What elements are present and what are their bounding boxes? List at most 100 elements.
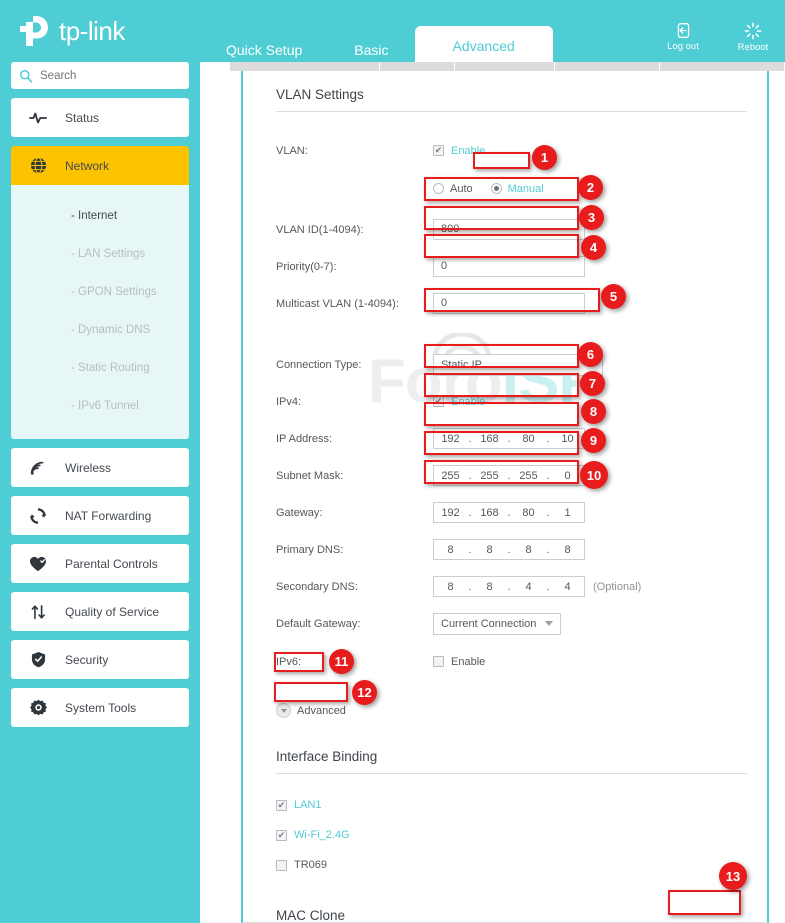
ipv6-enable-checkbox[interactable] [433,656,444,667]
vlan-enable-checkbox[interactable] [433,145,444,156]
secondary-dns-octet-3[interactable]: 4 [512,581,545,593]
ip-octet-2[interactable]: 168 [473,433,506,445]
sidebar: Status Network - Internet - LAN [0,62,200,923]
binding-wifi24g-label: Wi-Fi_2.4G [294,829,350,841]
vlan-enable-field[interactable]: Enable [433,145,485,157]
reboot-button[interactable]: Reboot [729,22,777,53]
vlan-id-input[interactable]: 800 [433,219,585,240]
sidebar-item-wireless[interactable]: Wireless [11,448,189,487]
sidebar-subitem-static-routing[interactable]: - Static Routing [11,349,189,387]
sidebar-item-network[interactable]: Network [11,146,189,185]
settings-panel: ForoISP VLAN Settings VLAN: Enable Auto [241,71,769,923]
primary-dns-octet-2[interactable]: 8 [473,544,506,556]
sidebar-item-label-network: Network [65,158,110,173]
subnet-mask-input[interactable]: 255. 255. 255. 0 [433,465,585,486]
binding-lan1-checkbox[interactable] [276,799,287,811]
sidebar-subitem-gpon-settings[interactable]: - GPON Settings [11,273,189,311]
router-admin-page: tp-link Quick Setup Basic Advanced Log o… [0,0,785,923]
sidebar-subitem-ipv6-tunnel[interactable]: - IPv6 Tunnel [11,387,189,425]
secondary-dns-octet-1[interactable]: 8 [434,581,467,593]
sidebar-item-quality-of-service[interactable]: Quality of Service [11,592,189,631]
search-box[interactable] [11,62,189,89]
subnet-mask-label: Subnet Mask: [276,469,344,482]
ip-address-input[interactable]: 192. 168. 80. 10 [433,428,585,449]
secondary-dns-octet-2[interactable]: 8 [473,581,506,593]
nav-group-network: Network - Internet - LAN Settings - GPON… [11,146,189,439]
subnet-octet-4[interactable]: 0 [551,470,584,482]
gateway-octet-2[interactable]: 168 [473,507,506,519]
ip-address-row: IP Address: 192. 168. 80. 10 [243,424,767,453]
ip-octet-1[interactable]: 192 [434,433,467,445]
ipv4-enable-field[interactable]: Enable [433,396,485,408]
nav-group-status: Status [11,98,189,137]
ip-octet-3[interactable]: 80 [512,433,545,445]
advanced-toggle[interactable]: Advanced [243,703,767,718]
vlan-mode-auto-radio[interactable] [433,183,444,194]
logout-button[interactable]: Log out [659,22,707,53]
tab-segment-4[interactable] [555,62,660,71]
tab-segment-5[interactable] [660,62,785,71]
priority-input[interactable]: 0 [433,256,585,277]
multicast-vlan-input[interactable]: 0 [433,293,585,314]
search-input[interactable] [40,69,170,82]
tab-segment-2[interactable] [380,62,455,71]
sidebar-subitem-lan-settings[interactable]: - LAN Settings [11,235,189,273]
sidebar-item-status[interactable]: Status [11,98,189,137]
vlan-enable-label: Enable [451,144,486,157]
ipv4-row: IPv4: Enable [243,387,767,416]
nav-group-system-tools: System Tools [11,688,189,727]
binding-option-wifi24g[interactable]: Wi-Fi_2.4G [243,820,767,850]
primary-dns-octet-4[interactable]: 8 [551,544,584,556]
primary-dns-input[interactable]: 8. 8. 8. 8 [433,539,585,560]
vlan-mode-manual-radio[interactable] [490,183,502,194]
heart-icon [11,556,65,572]
nav-group-security: Security [11,640,189,679]
nav-group-nat: NAT Forwarding [11,496,189,535]
sidebar-item-nat-forwarding[interactable]: NAT Forwarding [11,496,189,535]
ipv6-enable-field[interactable]: Enable [433,656,485,668]
subnet-octet-3[interactable]: 255 [512,470,545,482]
vlan-mode-manual-option[interactable]: Manual [490,182,544,195]
sidebar-item-label-qos: Quality of Service [65,604,160,619]
advanced-label: Advanced [297,704,346,717]
subnet-octet-1[interactable]: 255 [434,470,467,482]
sidebar-item-parental-controls[interactable]: Parental Controls [11,544,189,583]
primary-dns-octet-1[interactable]: 8 [434,544,467,556]
binding-wifi24g-checkbox[interactable] [276,829,287,841]
tab-segment-1[interactable] [230,62,380,71]
sidebar-subitem-dynamic-dns[interactable]: - Dynamic DNS [11,311,189,349]
secondary-dns-input[interactable]: 8. 8. 4. 4 [433,576,585,597]
binding-tr069-checkbox[interactable] [276,859,287,871]
gateway-input[interactable]: 192. 168. 80. 1 [433,502,585,523]
ipv4-enable-checkbox[interactable] [433,396,444,407]
default-gateway-select[interactable]: Current Connection [433,612,561,635]
sidebar-subitem-internet[interactable]: - Internet [11,197,189,235]
sidebar-item-system-tools[interactable]: System Tools [11,688,189,727]
sidebar-item-label-nat: NAT Forwarding [65,508,152,523]
secondary-dns-octet-4[interactable]: 4 [551,581,584,593]
ip-octet-4[interactable]: 10 [551,433,584,445]
chevron-down-icon [587,362,595,367]
nav-group-qos: Quality of Service [11,592,189,631]
primary-dns-row: Primary DNS: 8. 8. 8. 8 [243,535,767,564]
gateway-octet-4[interactable]: 1 [551,507,584,519]
tab-segment-3[interactable] [455,62,555,71]
primary-dns-octet-3[interactable]: 8 [512,544,545,556]
subnet-octet-2[interactable]: 255 [473,470,506,482]
sidebar-item-security[interactable]: Security [11,640,189,679]
default-gateway-row: Default Gateway: Current Connection [243,609,767,638]
connection-type-select[interactable]: Static IP [433,353,603,376]
binding-option-lan1[interactable]: LAN1 [243,790,767,820]
gateway-octet-1[interactable]: 192 [434,507,467,519]
connection-type-row: Connection Type: Static IP [243,350,767,379]
binding-option-tr069[interactable]: TR069 [243,850,767,880]
default-gateway-value: Current Connection [441,617,537,630]
ipv4-label: IPv4: [276,395,302,408]
ipv4-enable-label: Enable [451,395,486,408]
vlan-mode-manual-label: Manual [507,182,544,195]
secondary-tab-strip [230,62,785,71]
chevron-down-circle-icon [276,703,291,718]
reboot-label: Reboot [737,42,769,53]
gateway-octet-3[interactable]: 80 [512,507,545,519]
vlan-section-title: VLAN Settings [276,87,364,102]
